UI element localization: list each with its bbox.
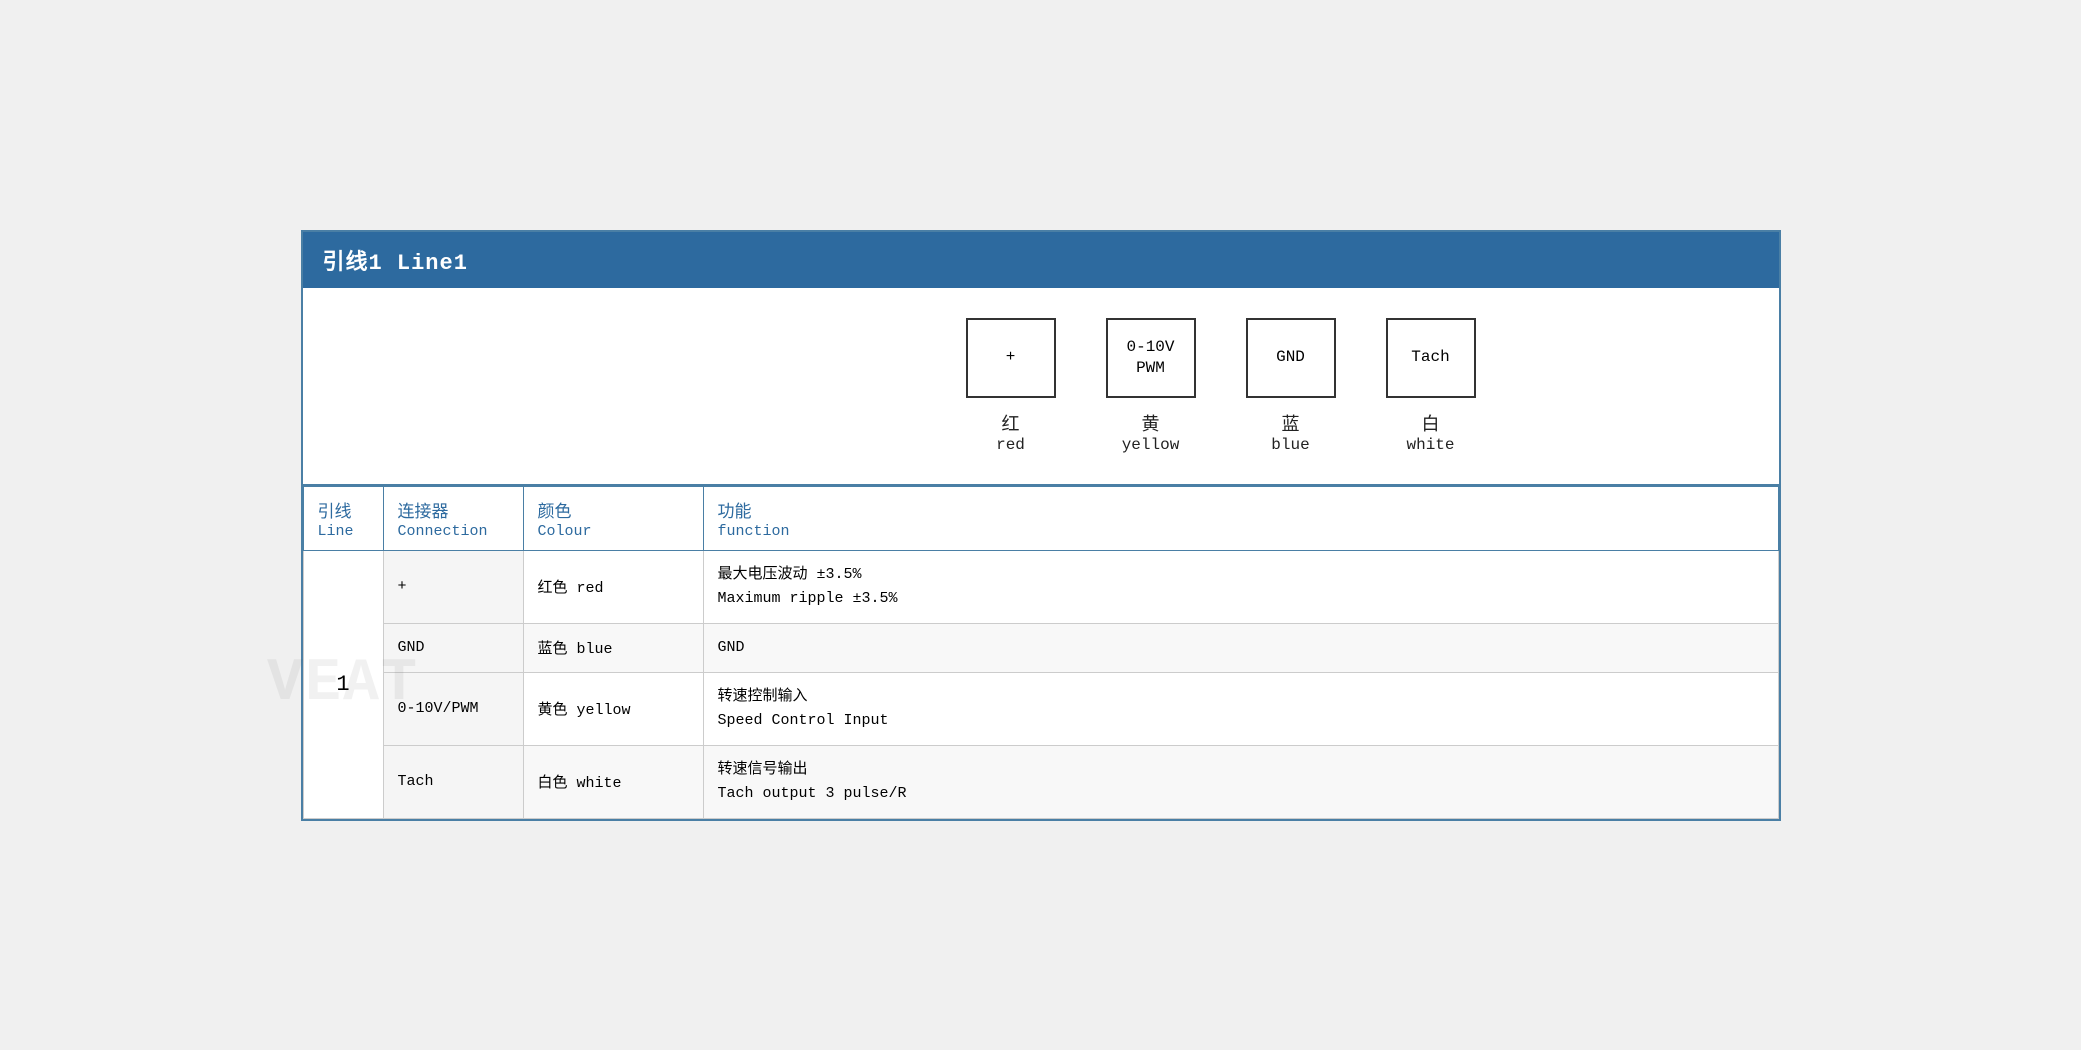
connector-label-zh: 白 bbox=[1422, 410, 1440, 436]
connector-item: + 红red bbox=[941, 318, 1081, 454]
wire-table: 引线 Line 连接器 Connection 颜色 Colour 功能 func… bbox=[303, 486, 1779, 819]
cell-line: 1VEAT bbox=[303, 550, 383, 818]
cell-connection: GND bbox=[383, 623, 523, 672]
header-line: 引线 Line bbox=[303, 486, 383, 550]
connector-label-zh: 蓝 bbox=[1282, 410, 1300, 436]
func-zh: 转速信号输出 bbox=[718, 758, 1764, 782]
cell-color: 白色 white bbox=[523, 745, 703, 818]
cell-connection: 0-10V/PWM bbox=[383, 672, 523, 745]
header-conn-zh: 连接器 bbox=[398, 497, 509, 523]
connector-box: 0-10V PWM bbox=[1106, 318, 1196, 398]
cell-color: 蓝色 blue bbox=[523, 623, 703, 672]
header-color-en: Colour bbox=[538, 523, 689, 540]
cell-function: 转速信号输出Tach output 3 pulse/R bbox=[703, 745, 1778, 818]
func-zh: 转速控制输入 bbox=[718, 685, 1764, 709]
connector-box: Tach bbox=[1386, 318, 1476, 398]
cell-connection: + bbox=[383, 550, 523, 623]
table-section: 引线 Line 连接器 Connection 颜色 Colour 功能 func… bbox=[303, 486, 1779, 819]
connector-diagram: + 红red 0-10V PWM 黄yellow GND 蓝blue Tach 白white bbox=[941, 318, 1501, 454]
func-en: Tach output 3 pulse/R bbox=[718, 782, 1764, 806]
table-row: GND蓝色 blueGND bbox=[303, 623, 1778, 672]
main-container: 引线1 Line1 + 红red 0-10V PWM 黄yellow GND 蓝blue T… bbox=[301, 230, 1781, 821]
connector-box: + bbox=[966, 318, 1056, 398]
connector-box: GND bbox=[1246, 318, 1336, 398]
connector-label-en: red bbox=[996, 436, 1025, 454]
header-func-zh: 功能 bbox=[718, 497, 1764, 523]
header-connection: 连接器 Connection bbox=[383, 486, 523, 550]
page-title: 引线1 Line1 bbox=[323, 251, 468, 276]
table-row: 1VEAT+红色 red最大电压波动 ±3.5%Maximum ripple ±… bbox=[303, 550, 1778, 623]
connector-item: 0-10V PWM 黄yellow bbox=[1081, 318, 1221, 454]
cell-connection: Tach bbox=[383, 745, 523, 818]
header-color-zh: 颜色 bbox=[538, 497, 689, 523]
connector-label-en: yellow bbox=[1122, 436, 1180, 454]
table-row: Tach白色 white转速信号输出Tach output 3 pulse/R bbox=[303, 745, 1778, 818]
func-en: Maximum ripple ±3.5% bbox=[718, 587, 1764, 611]
table-header-row: 引线 Line 连接器 Connection 颜色 Colour 功能 func… bbox=[303, 486, 1778, 550]
cell-function: GND bbox=[703, 623, 1778, 672]
cell-color: 红色 red bbox=[523, 550, 703, 623]
func-en: Speed Control Input bbox=[718, 709, 1764, 733]
connector-label-en: white bbox=[1406, 436, 1454, 454]
func-zh: 最大电压波动 ±3.5% bbox=[718, 563, 1764, 587]
connector-label-zh: 红 bbox=[1002, 410, 1020, 436]
table-row: 0-10V/PWM黄色 yellow转速控制输入Speed Control In… bbox=[303, 672, 1778, 745]
header-func-en: function bbox=[718, 523, 1764, 540]
connector-label-zh: 黄 bbox=[1142, 410, 1160, 436]
title-bar: 引线1 Line1 bbox=[303, 232, 1779, 288]
connector-label-en: blue bbox=[1271, 436, 1309, 454]
cell-function: 最大电压波动 ±3.5%Maximum ripple ±3.5% bbox=[703, 550, 1778, 623]
connector-item: Tach 白white bbox=[1361, 318, 1501, 454]
diagram-section: + 红red 0-10V PWM 黄yellow GND 蓝blue Tach 白white bbox=[303, 288, 1779, 486]
header-colour: 颜色 Colour bbox=[523, 486, 703, 550]
header-function: 功能 function bbox=[703, 486, 1778, 550]
connector-item: GND 蓝blue bbox=[1221, 318, 1361, 454]
cell-color: 黄色 yellow bbox=[523, 672, 703, 745]
header-line-en: Line bbox=[318, 523, 369, 540]
header-conn-en: Connection bbox=[398, 523, 509, 540]
header-line-zh: 引线 bbox=[318, 497, 369, 523]
func-zh: GND bbox=[718, 636, 1764, 660]
cell-function: 转速控制输入Speed Control Input bbox=[703, 672, 1778, 745]
